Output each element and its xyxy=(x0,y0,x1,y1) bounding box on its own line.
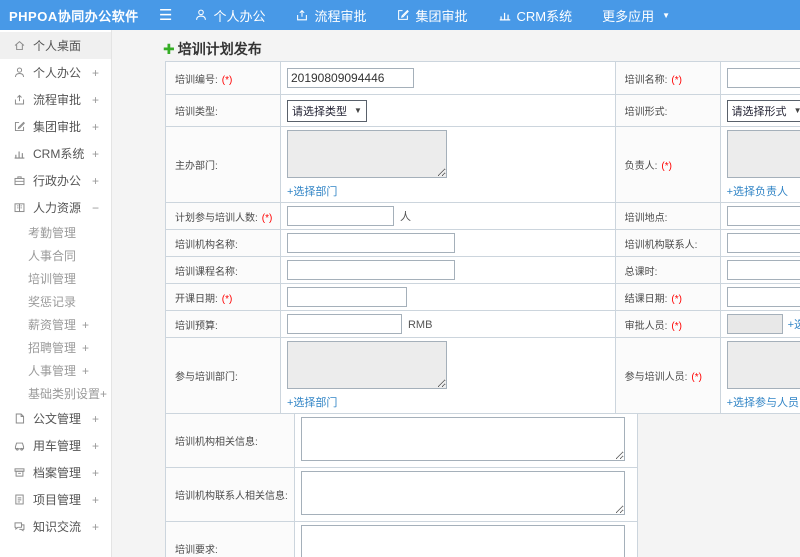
select-approver-link[interactable]: +选择审批人员 xyxy=(788,316,800,332)
form-table-top: 培训编号:(*) 培训名称:(*) 培训类型: 请选择类型▼ 培训形式: 请选择… xyxy=(165,61,800,414)
table-row: 计划参与培训人数: (*) 人 培训地点: xyxy=(165,202,800,230)
menu-icon[interactable]: ☰ xyxy=(159,8,172,23)
sidebar-item-knowledge[interactable]: 知识交流 + xyxy=(0,513,111,540)
user-icon xyxy=(194,8,208,22)
app-logo: PHPOA协同办公软件 xyxy=(9,8,139,24)
sidebar-item-personal-office[interactable]: 个人办公 + xyxy=(0,59,111,86)
document-icon xyxy=(13,412,26,425)
unit-label: 人 xyxy=(399,211,411,223)
form-table-bottom: 培训机构相关信息: 培训机构联系人相关信息: 培训要求: 附件文档: +附件上传 xyxy=(165,413,638,557)
page-title: ✚ 培训计划发布 xyxy=(163,40,262,58)
table-row: 培训要求: xyxy=(165,521,638,557)
table-row: 培训课程名称: 总课时: xyxy=(165,256,800,284)
select-leader-link[interactable]: +选择负责人 xyxy=(727,183,788,199)
org-contact-input[interactable] xyxy=(726,233,800,253)
group-approval-icon xyxy=(396,8,410,22)
course-name-input[interactable] xyxy=(286,260,455,280)
caret-down-icon: ▼ xyxy=(353,106,362,115)
sidebar-subitem-personnel[interactable]: 人事管理 + xyxy=(0,359,111,382)
flow-approval-icon xyxy=(13,93,26,106)
top-navigation: 个人办公 流程审批 集团审批 CRM系统 更多应用 ▼ xyxy=(194,6,670,25)
topbar: PHPOA协同办公软件 ☰ 个人办公 流程审批 集团审批 CRM系统 更多应用 … xyxy=(0,0,800,30)
table-row: 培训机构相关信息: xyxy=(165,413,638,468)
sidebar-item-group-approval[interactable]: 集团审批 + xyxy=(0,113,111,140)
table-row: 培训编号:(*) 培训名称:(*) xyxy=(165,61,800,95)
training-type-select[interactable]: 请选择类型 ▼ xyxy=(286,99,367,122)
approver-input[interactable] xyxy=(726,314,783,334)
caret-down-icon: ▼ xyxy=(793,106,800,115)
chat-icon xyxy=(13,520,26,533)
sidebar-item-projects[interactable]: 项目管理 + xyxy=(0,486,111,513)
sidebar: 个人桌面 个人办公 + 流程审批 + 集团审批 + CRM系统 + 行政办公 +… xyxy=(0,30,112,557)
crm-chart-icon xyxy=(498,8,512,22)
topnav-more-apps[interactable]: 更多应用 ▼ xyxy=(602,6,670,25)
sidebar-subitem-salary[interactable]: 薪资管理 + xyxy=(0,313,111,336)
hr-book-icon xyxy=(13,201,26,214)
sidebar-item-personal-desktop[interactable]: 个人桌面 xyxy=(0,32,111,59)
sidebar-subitem-attendance[interactable]: 考勤管理 xyxy=(0,221,111,244)
sidebar-subitem-recruit[interactable]: 招聘管理 + xyxy=(0,336,111,359)
end-date-input[interactable] xyxy=(726,287,800,307)
project-icon xyxy=(13,493,26,506)
host-department-textarea[interactable] xyxy=(286,130,447,178)
topnav-flow-approval[interactable]: 流程审批 xyxy=(295,6,366,25)
table-row: 培训机构名称: 培训机构联系人: xyxy=(165,229,800,257)
budget-input[interactable] xyxy=(286,314,402,334)
table-row: 开课日期: (*) 结课日期: (*) xyxy=(165,283,800,311)
sidebar-subitem-training[interactable]: 培训管理 xyxy=(0,267,111,290)
group-approval-icon xyxy=(13,120,26,133)
table-row: 培训机构联系人相关信息: xyxy=(165,467,638,522)
topnav-group-approval[interactable]: 集团审批 xyxy=(396,6,468,25)
add-icon: ✚ xyxy=(163,40,175,57)
join-departments-textarea[interactable] xyxy=(286,341,447,389)
org-info-textarea[interactable] xyxy=(300,417,625,461)
topnav-crm[interactable]: CRM系统 xyxy=(498,6,572,25)
currency-label: RMB xyxy=(407,319,433,331)
sidebar-item-hr[interactable]: 人力资源 − xyxy=(0,194,111,221)
requirements-textarea[interactable] xyxy=(300,525,625,557)
sidebar-item-crm[interactable]: CRM系统 + xyxy=(0,140,111,167)
flow-approval-icon xyxy=(295,8,309,22)
sidebar-item-admin-office[interactable]: 行政办公 + xyxy=(0,167,111,194)
sidebar-item-documents[interactable]: 公文管理 + xyxy=(0,405,111,432)
topnav-personal-office[interactable]: 个人办公 xyxy=(194,6,265,25)
table-row: 主办部门: +选择部门 负责人: (*) +选择负责人 xyxy=(165,126,800,203)
caret-down-icon: ▼ xyxy=(662,10,671,20)
table-row: 参与培训部门: +选择部门 参与培训人员: (*) +选择参与人员 xyxy=(165,337,800,414)
user-icon xyxy=(13,66,26,79)
sidebar-subitem-base-category[interactable]: 基础类别设置 + xyxy=(0,382,111,405)
org-name-input[interactable] xyxy=(286,233,455,253)
sidebar-subitem-hr-contract[interactable]: 人事合同 xyxy=(0,244,111,267)
select-join-users-link[interactable]: +选择参与人员 xyxy=(727,394,799,410)
planned-count-input[interactable] xyxy=(286,206,394,226)
car-icon xyxy=(13,439,26,452)
crm-chart-icon xyxy=(13,147,26,160)
org-contact-info-textarea[interactable] xyxy=(300,471,625,515)
sidebar-item-vehicle[interactable]: 用车管理 + xyxy=(0,432,111,459)
start-date-input[interactable] xyxy=(286,287,407,307)
training-mode-select[interactable]: 请选择形式 ▼ xyxy=(726,99,800,122)
archive-icon xyxy=(13,466,26,479)
training-number-input[interactable] xyxy=(286,68,414,88)
location-input[interactable] xyxy=(726,206,800,226)
desktop-home-icon xyxy=(13,39,26,52)
briefcase-icon xyxy=(13,174,26,187)
leader-textarea[interactable] xyxy=(726,130,800,178)
sidebar-item-archives[interactable]: 档案管理 + xyxy=(0,459,111,486)
sidebar-subitem-rewards[interactable]: 奖惩记录 xyxy=(0,290,111,313)
join-users-textarea[interactable] xyxy=(726,341,800,389)
training-plan-form: 培训编号:(*) 培训名称:(*) 培训类型: 请选择类型▼ 培训形式: 请选择… xyxy=(165,61,800,557)
select-join-department-link[interactable]: +选择部门 xyxy=(287,394,337,410)
table-row: 培训预算: RMB 审批人员:(*) +选择审批人员 xyxy=(165,310,800,338)
training-name-input[interactable] xyxy=(726,68,800,88)
sidebar-item-flow-approval[interactable]: 流程审批 + xyxy=(0,86,111,113)
table-row: 培训类型: 请选择类型 ▼ 培训形式: 请选择形式 ▼ xyxy=(165,94,800,127)
total-hours-input[interactable] xyxy=(726,260,800,280)
select-department-link[interactable]: +选择部门 xyxy=(287,183,337,199)
main-content: ✚ 培训计划发布 培训编号:(*) 培训名称:(*) 培训类型: 请选择类型▼ … xyxy=(112,30,800,557)
